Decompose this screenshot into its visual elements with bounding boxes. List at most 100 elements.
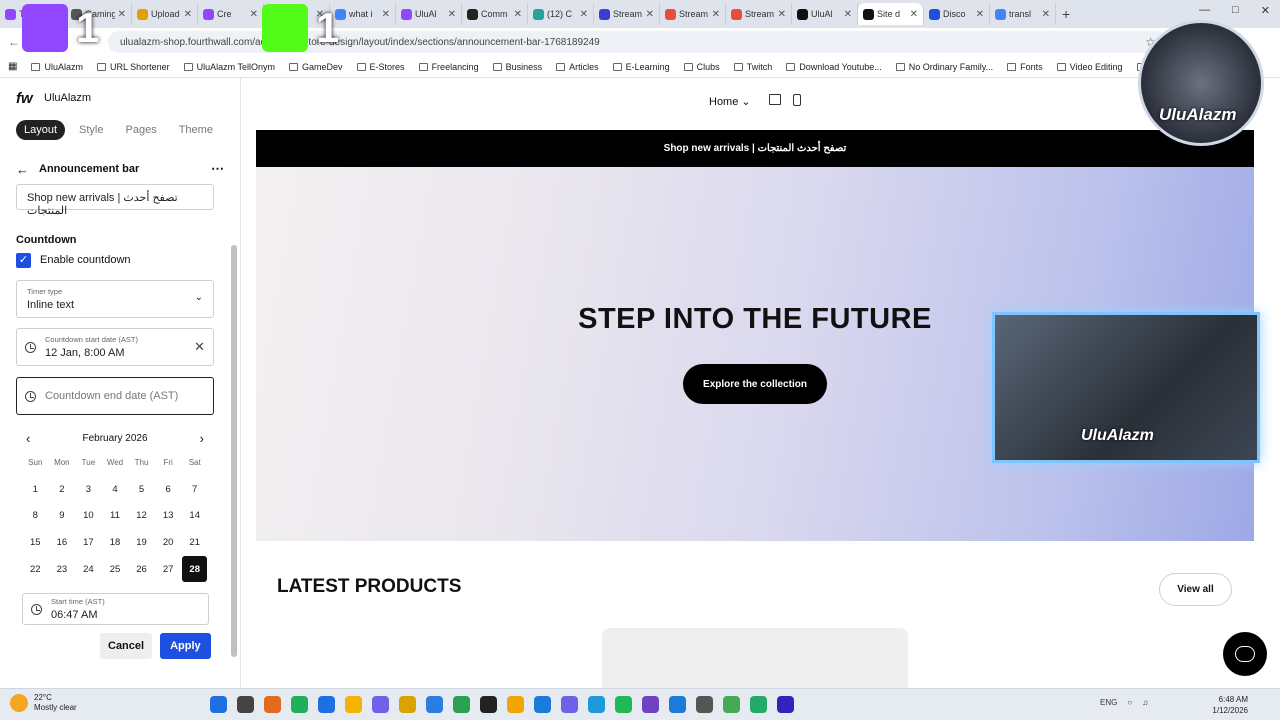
bookmark-item[interactable]: Download Youtube... [786,62,882,72]
calendar-day[interactable]: 9 [49,503,76,530]
bookmark-item[interactable]: Business [492,62,542,72]
calendar-day[interactable]: 14 [181,503,208,530]
photos-icon[interactable] [588,696,605,713]
close-window-icon[interactable]: ✕ [1261,4,1270,17]
taskbar-clock[interactable]: 6:48 AM 1/12/2026 [1206,694,1248,716]
app-icon[interactable] [291,696,308,713]
calendar-day[interactable]: 23 [49,556,76,583]
app-icon[interactable] [723,696,740,713]
app-icon[interactable] [642,696,659,713]
clear-icon[interactable]: ✕ [194,339,205,355]
cancel-button[interactable]: Cancel [100,633,153,659]
app-icon[interactable] [750,696,767,713]
calendar-day[interactable]: 5 [128,476,155,503]
bookmark-item[interactable]: Video Editing [1056,62,1123,72]
tab-style[interactable]: Style [71,120,111,140]
view-all-button[interactable]: View all [1159,573,1232,606]
countdown-start-date-field[interactable]: Countdown start date (AST) 12 Jan, 8:00 … [16,328,214,366]
tab-layout[interactable]: Layout [16,120,66,140]
close-tab-icon[interactable]: ✕ [580,9,588,20]
bookmark-item[interactable]: Clubs [683,62,720,72]
language-indicator[interactable]: ENG [1100,698,1117,707]
bookmark-item[interactable]: UluAlazm [31,62,83,72]
browser-tab[interactable]: Stream ✕ [594,3,660,25]
calendar-day[interactable]: 13 [155,503,182,530]
maximize-icon[interactable]: □ [1232,4,1239,17]
messenger-icon[interactable] [561,696,578,713]
close-tab-icon[interactable]: ✕ [184,9,192,20]
teams-icon[interactable] [399,696,416,713]
chrome-icon[interactable] [345,696,362,713]
back-arrow-icon[interactable]: ← [16,162,29,177]
bookmark-item[interactable]: E-Learning [612,62,670,72]
countdown-end-date-field[interactable]: Countdown end date (AST) [16,377,214,415]
explore-collection-button[interactable]: Explore the collection [683,364,827,404]
close-tab-icon[interactable]: ✕ [712,9,720,20]
close-tab-icon[interactable]: ✕ [646,9,654,20]
timer-type-select[interactable]: Timer type Inline text ⌄ [16,280,214,318]
enable-countdown-checkbox[interactable]: ✓ [16,253,31,268]
calendar-day[interactable]: 1 [22,476,49,503]
calendar-day[interactable]: 21 [181,529,208,556]
volume-icon[interactable]: ♫ [1142,698,1148,707]
calendar-day[interactable]: 26 [128,556,155,583]
chat-button[interactable] [1223,632,1267,676]
calendar-day[interactable]: 25 [102,556,129,583]
page-select[interactable]: Home ⌄ [709,95,751,108]
browser-tab[interactable]: Cre ✕ [198,3,264,25]
bookmark-item[interactable]: Twitch [733,62,772,72]
calendar-day[interactable]: 20 [155,529,182,556]
calendar-day[interactable]: 22 [22,556,49,583]
calendar-day[interactable]: 16 [49,529,76,556]
steam-icon[interactable] [480,696,497,713]
browser-tab[interactable]: Stream ✕ [660,3,726,25]
chrome-icon[interactable] [372,696,389,713]
close-tab-icon[interactable]: ✕ [514,9,522,20]
mobile-icon[interactable] [793,94,801,106]
close-tab-icon[interactable]: ✕ [844,9,852,20]
search-icon[interactable] [237,696,254,713]
enable-countdown-label[interactable]: Enable countdown [40,254,131,266]
spotify-icon[interactable] [615,696,632,713]
close-tab-icon[interactable]: ✕ [382,9,390,20]
next-month-icon[interactable]: › [200,431,204,446]
files-icon[interactable] [426,696,443,713]
browser-tab[interactable]: Upload ✕ [132,3,198,25]
calendar-day[interactable]: 24 [75,556,102,583]
close-tab-icon[interactable]: ✕ [976,9,984,20]
steam-icon[interactable] [696,696,713,713]
close-tab-icon[interactable]: ✕ [448,9,456,20]
close-tab-icon[interactable]: ✕ [118,9,126,20]
calendar-day[interactable]: 18 [102,529,129,556]
calendar-day-selected[interactable]: 28 [182,555,207,583]
calendar-day[interactable]: 12 [128,503,155,530]
calendar-day[interactable]: 3 [75,476,102,503]
desktop-icon[interactable] [769,94,781,105]
browser-tab[interactable]: transl ✕ [990,3,1056,25]
calendar-day[interactable]: 11 [102,503,129,530]
announcement-text-field[interactable]: Shop new arrivals | تصفح أحدث المنتجات [16,184,214,217]
edge-icon[interactable] [318,696,335,713]
browser-tab[interactable]: Comm ✕ [462,3,528,25]
discord-icon[interactable] [534,696,551,713]
tab-theme[interactable]: Theme [171,120,221,140]
announcement-bar-preview[interactable]: Shop new arrivals | تصفح أحدث المنتجات [256,130,1254,167]
app-icon[interactable] [669,696,686,713]
new-tab-icon[interactable]: + [1062,6,1070,22]
calendar-day[interactable]: 7 [181,476,208,503]
browser-tab[interactable]: Stream ✕ [726,3,792,25]
calendar-day[interactable]: 4 [102,476,129,503]
close-tab-icon[interactable]: ✕ [250,9,258,20]
windows-start-icon[interactable] [210,696,227,713]
minimize-icon[interactable]: — [1199,4,1210,17]
close-tab-icon[interactable]: ✕ [778,9,786,20]
bookmark-item[interactable]: No Ordinary Family... [895,62,993,72]
bookmark-item[interactable]: UluAlazm TellOnym [183,62,275,72]
apps-grid-icon[interactable]: ▦ [8,61,17,72]
browser-tab[interactable]: what i ✕ [330,3,396,25]
calendar-day[interactable]: 6 [155,476,182,503]
browser-tab[interactable]: Site d ✕ [858,3,924,25]
bookmark-item[interactable]: Freelancing [418,62,479,72]
product-card[interactable] [602,628,908,688]
bookmark-item[interactable]: Fonts [1007,62,1043,72]
